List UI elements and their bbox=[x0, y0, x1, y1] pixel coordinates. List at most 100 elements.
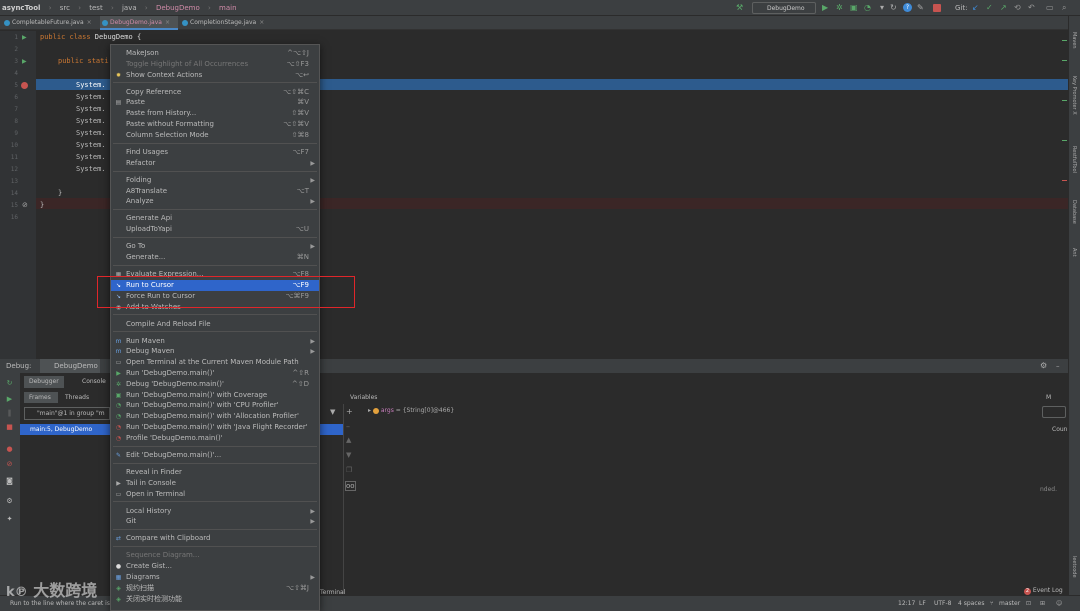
close-icon[interactable]: × bbox=[87, 19, 92, 26]
line-separator[interactable]: LF bbox=[919, 596, 926, 611]
pin-icon[interactable]: ✦ bbox=[5, 515, 14, 524]
menu-item-profile-debugdemo-main[interactable]: ◔ Profile 'DebugDemo.main()' bbox=[111, 433, 319, 444]
coverage-icon[interactable]: ▣ bbox=[850, 3, 858, 12]
rerun-icon[interactable]: ↻ bbox=[5, 379, 14, 388]
profile-icon[interactable]: ◔ bbox=[864, 3, 871, 12]
menu-item-item-55[interactable]: ◈ 规约扫描 ⌥⇧⌘J bbox=[111, 583, 319, 594]
tab-completablefuture[interactable]: CompletableFuture.java × bbox=[2, 16, 98, 30]
menu-item-open-terminal-at-the-current-maven-module-path[interactable]: ▭ Open Terminal at the Current Maven Modu… bbox=[111, 357, 319, 368]
camera-icon[interactable]: ◙ bbox=[5, 477, 14, 486]
face-icon[interactable]: ☺ bbox=[1056, 596, 1062, 611]
code-line-8[interactable]: System. bbox=[76, 117, 106, 125]
code-line-9[interactable]: System. bbox=[76, 129, 106, 137]
menu-item-paste-without-formatting[interactable]: Paste without Formatting ⌥⇧⌘V bbox=[111, 119, 319, 130]
menu-item-run-debugdemo-main[interactable]: ▶ Run 'DebugDemo.main()' ^⇧R bbox=[111, 368, 319, 379]
pause-icon[interactable]: ∥ bbox=[5, 409, 14, 418]
hammer-icon[interactable]: ⚒ bbox=[736, 3, 743, 12]
debug-icon[interactable]: ✲ bbox=[836, 3, 843, 12]
code-line-6[interactable]: System. bbox=[76, 93, 106, 101]
file-encoding[interactable]: UTF-8 bbox=[934, 596, 952, 611]
mute-breakpoints-icon[interactable]: ⊘ bbox=[5, 460, 14, 469]
glasses-icon[interactable]: oo bbox=[345, 481, 356, 491]
menu-item-reveal-in-finder[interactable]: Reveal in Finder bbox=[111, 467, 319, 478]
frame-row[interactable]: main:5, DebugDemo bbox=[20, 424, 110, 435]
indent-setting[interactable]: 4 spaces bbox=[958, 596, 984, 611]
tab-debugdemo[interactable]: DebugDemo.java × bbox=[100, 16, 178, 30]
breakpoint-icon[interactable] bbox=[21, 82, 28, 89]
tool-key-promoter[interactable]: Key Promoter X bbox=[1071, 76, 1077, 115]
code-line-5[interactable]: System. bbox=[76, 81, 106, 89]
up-icon[interactable]: ▲ bbox=[346, 436, 351, 444]
menu-item-compile-and-reload-file[interactable]: Compile And Reload File bbox=[111, 319, 319, 330]
threads-tab[interactable]: Threads bbox=[62, 392, 96, 403]
stop-icon[interactable] bbox=[933, 4, 941, 12]
breadcrumb-test[interactable]: test bbox=[89, 0, 102, 16]
gear-icon[interactable]: ⚙ bbox=[1040, 359, 1047, 373]
code-line-15[interactable]: } bbox=[40, 201, 44, 209]
menu-item-run-maven[interactable]: m Run Maven ▶ bbox=[111, 336, 319, 347]
remove-watch-icon[interactable]: – bbox=[346, 422, 350, 431]
help-icon[interactable]: ? bbox=[903, 3, 912, 12]
git-history-icon[interactable]: ⟲ bbox=[1014, 3, 1021, 12]
memory-tab[interactable]: M bbox=[1046, 394, 1051, 401]
tool-restful[interactable]: RestfulTool bbox=[1071, 146, 1077, 173]
console-subtab[interactable]: Console bbox=[70, 376, 110, 388]
variable-row[interactable]: ▸ args = {String[0]@466} bbox=[368, 407, 454, 414]
menu-item-open-in-terminal[interactable]: ▭ Open in Terminal bbox=[111, 489, 319, 500]
menu-item-run-debugdemo-main-with-cpu-profiler[interactable]: ◔ Run 'DebugDemo.main()' with 'CPU Profil… bbox=[111, 400, 319, 411]
tool-ant[interactable]: Ant bbox=[1071, 248, 1077, 257]
resume-icon[interactable]: ▶ bbox=[5, 395, 14, 404]
git-push-icon[interactable]: ↗ bbox=[1000, 3, 1007, 12]
menu-item-create-gist[interactable]: ● Create Gist... bbox=[111, 561, 319, 572]
code-line-1[interactable]: public class DebugDemo { bbox=[40, 33, 141, 41]
menu-item-run-debugdemo-main-with-coverage[interactable]: ▣ Run 'DebugDemo.main()' with Coverage bbox=[111, 390, 319, 401]
menu-item-makejson[interactable]: MakeJson ^⌥⇧J bbox=[111, 48, 319, 59]
minimize-icon[interactable]: – bbox=[1056, 359, 1060, 373]
menu-item-show-context-actions[interactable]: ✹ Show Context Actions ⌥↩ bbox=[111, 70, 319, 81]
tool-database[interactable]: Database bbox=[1071, 200, 1077, 224]
breadcrumb-method[interactable]: main bbox=[219, 0, 237, 16]
code-line-3[interactable]: public stati bbox=[58, 57, 109, 65]
menu-item-folding[interactable]: Folding ▶ bbox=[111, 175, 319, 186]
lock-icon[interactable]: ⊡ bbox=[1026, 596, 1031, 611]
menu-item-local-history[interactable]: Local History ▶ bbox=[111, 506, 319, 517]
code-line-10[interactable]: System. bbox=[76, 141, 106, 149]
add-watch-icon[interactable]: + bbox=[346, 407, 353, 416]
thread-select[interactable]: "main"@1 in group "m bbox=[24, 407, 110, 420]
expand-icon[interactable]: ▸ bbox=[368, 407, 371, 414]
tool-maven[interactable]: Maven bbox=[1071, 32, 1077, 49]
project-name[interactable]: asyncTool bbox=[2, 0, 40, 16]
breadcrumb-java[interactable]: java bbox=[122, 0, 137, 16]
close-icon[interactable]: × bbox=[165, 19, 170, 26]
code-line-14[interactable]: } bbox=[58, 189, 62, 197]
run-gutter-icon[interactable]: ▶ bbox=[22, 34, 27, 41]
layout-icon[interactable]: ▭ bbox=[1046, 3, 1054, 12]
rerun-icon[interactable]: ↻ bbox=[890, 3, 897, 12]
stop-icon[interactable]: ■ bbox=[5, 423, 14, 432]
menu-item-debug-debugdemo-main[interactable]: ✲ Debug 'DebugDemo.main()' ^⇧D bbox=[111, 379, 319, 390]
down-icon[interactable]: ▼ bbox=[346, 451, 351, 459]
settings-icon[interactable]: ✎ bbox=[917, 3, 924, 12]
menu-item-edit-debugdemo-main[interactable]: ✎ Edit 'DebugDemo.main()'... bbox=[111, 450, 319, 461]
close-icon[interactable]: × bbox=[259, 19, 264, 26]
menu-item-git[interactable]: Git ▶ bbox=[111, 516, 319, 527]
menu-item-paste-from-history[interactable]: Paste from History... ⇧⌘V bbox=[111, 108, 319, 119]
build-icon[interactable]: ▾ bbox=[880, 3, 884, 12]
tab-completionstage[interactable]: CompletionStage.java × bbox=[180, 16, 268, 30]
menu-item-paste[interactable]: ▤ Paste ⌘V bbox=[111, 97, 319, 108]
tool-leetcode[interactable]: leetcode bbox=[1071, 556, 1077, 578]
git-branch[interactable]: master bbox=[999, 596, 1020, 611]
frames-tab[interactable]: Frames bbox=[24, 392, 58, 403]
filter-icon[interactable]: ▼ bbox=[330, 408, 335, 416]
run-gutter-icon[interactable]: ▶ bbox=[22, 58, 27, 65]
menu-item-run-debugdemo-main-with-allocation-profiler[interactable]: ◔ Run 'DebugDemo.main()' with 'Allocation… bbox=[111, 411, 319, 422]
settings-icon[interactable]: ⚙ bbox=[5, 497, 14, 506]
menu-item-refactor[interactable]: Refactor ▶ bbox=[111, 158, 319, 169]
menu-item-item-56[interactable]: ◈ 关闭实时检测功能 bbox=[111, 594, 319, 605]
disabled-breakpoint-icon[interactable]: ⊘ bbox=[22, 201, 28, 209]
debug-tab[interactable]: DebugDemo bbox=[40, 359, 100, 373]
menu-item-debug-maven[interactable]: m Debug Maven ▶ bbox=[111, 346, 319, 357]
menu-item-analyze[interactable]: Analyze ▶ bbox=[111, 196, 319, 207]
menu-item-copy-reference[interactable]: Copy Reference ⌥⇧⌘C bbox=[111, 87, 319, 98]
git-rollback-icon[interactable]: ↶ bbox=[1028, 3, 1035, 12]
